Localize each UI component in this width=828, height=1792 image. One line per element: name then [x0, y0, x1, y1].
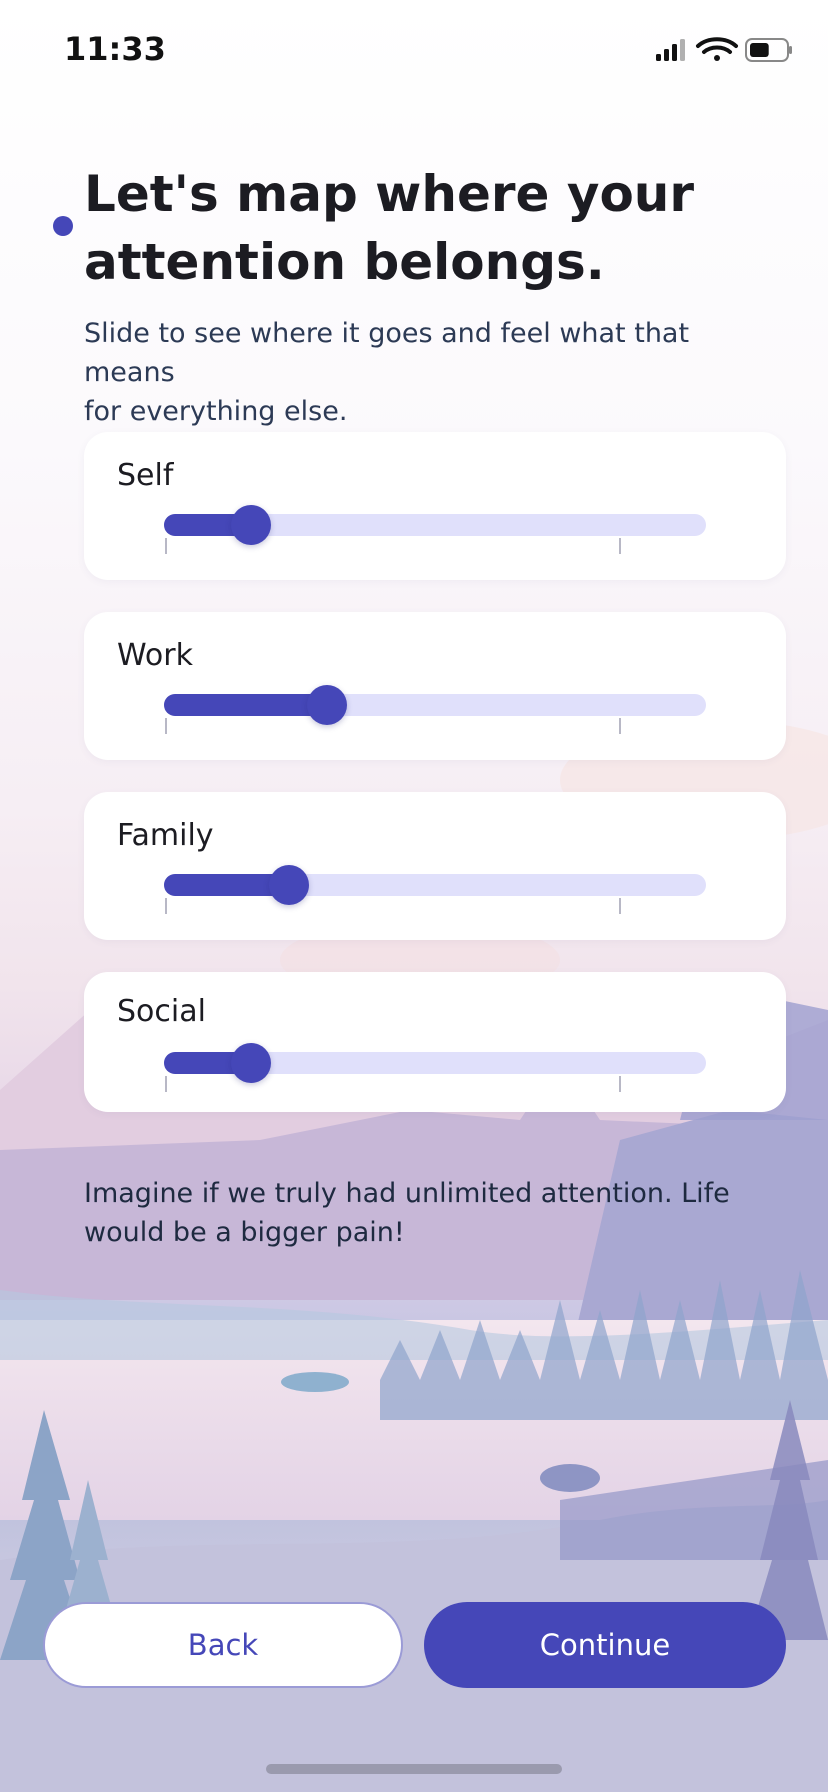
page-title: Let's map where your attention belongs.	[84, 165, 695, 291]
slider-tick-min	[165, 898, 167, 914]
slider-thumb[interactable]	[230, 1043, 271, 1083]
status-time: 11:33	[64, 30, 166, 68]
status-bar: 11:33	[0, 0, 828, 100]
home-indicator	[266, 1764, 562, 1774]
slider-tick-max	[619, 718, 621, 734]
slider-tick-min	[165, 1076, 167, 1092]
slider-label: Work	[117, 638, 193, 673]
cellular-signal-icon	[656, 39, 685, 61]
status-icons	[654, 36, 794, 68]
slider-thumb[interactable]	[230, 505, 271, 545]
slider-tick-min	[165, 718, 167, 734]
wifi-icon	[696, 37, 738, 61]
continue-button[interactable]: Continue	[424, 1602, 786, 1688]
slider-tick-min	[165, 538, 167, 554]
slider-tick-max	[619, 538, 621, 554]
slider-card-self: Self	[84, 432, 786, 580]
page-subtitle: Slide to see where it goes and feel what…	[84, 318, 690, 427]
slider-label: Family	[117, 818, 214, 853]
slider-tick-max	[619, 898, 621, 914]
slider-card-family: Family	[84, 792, 786, 940]
slider-fill	[164, 694, 327, 716]
back-button[interactable]: Back	[43, 1602, 403, 1688]
slider-label: Social	[117, 994, 206, 1029]
slider-card-work: Work	[84, 612, 786, 760]
slider-label: Self	[117, 458, 174, 493]
battery-icon	[745, 38, 792, 62]
family-slider[interactable]	[164, 865, 706, 905]
slider-card-social: Social	[84, 972, 786, 1112]
progress-dot	[53, 216, 73, 236]
slider-thumb[interactable]	[268, 865, 309, 905]
self-slider[interactable]	[164, 505, 706, 545]
info-text: Imagine if we truly had unlimited attent…	[84, 1178, 730, 1248]
social-slider[interactable]	[164, 1043, 706, 1083]
slider-tick-max	[619, 1076, 621, 1092]
work-slider[interactable]	[164, 685, 706, 725]
slider-thumb[interactable]	[306, 685, 347, 725]
